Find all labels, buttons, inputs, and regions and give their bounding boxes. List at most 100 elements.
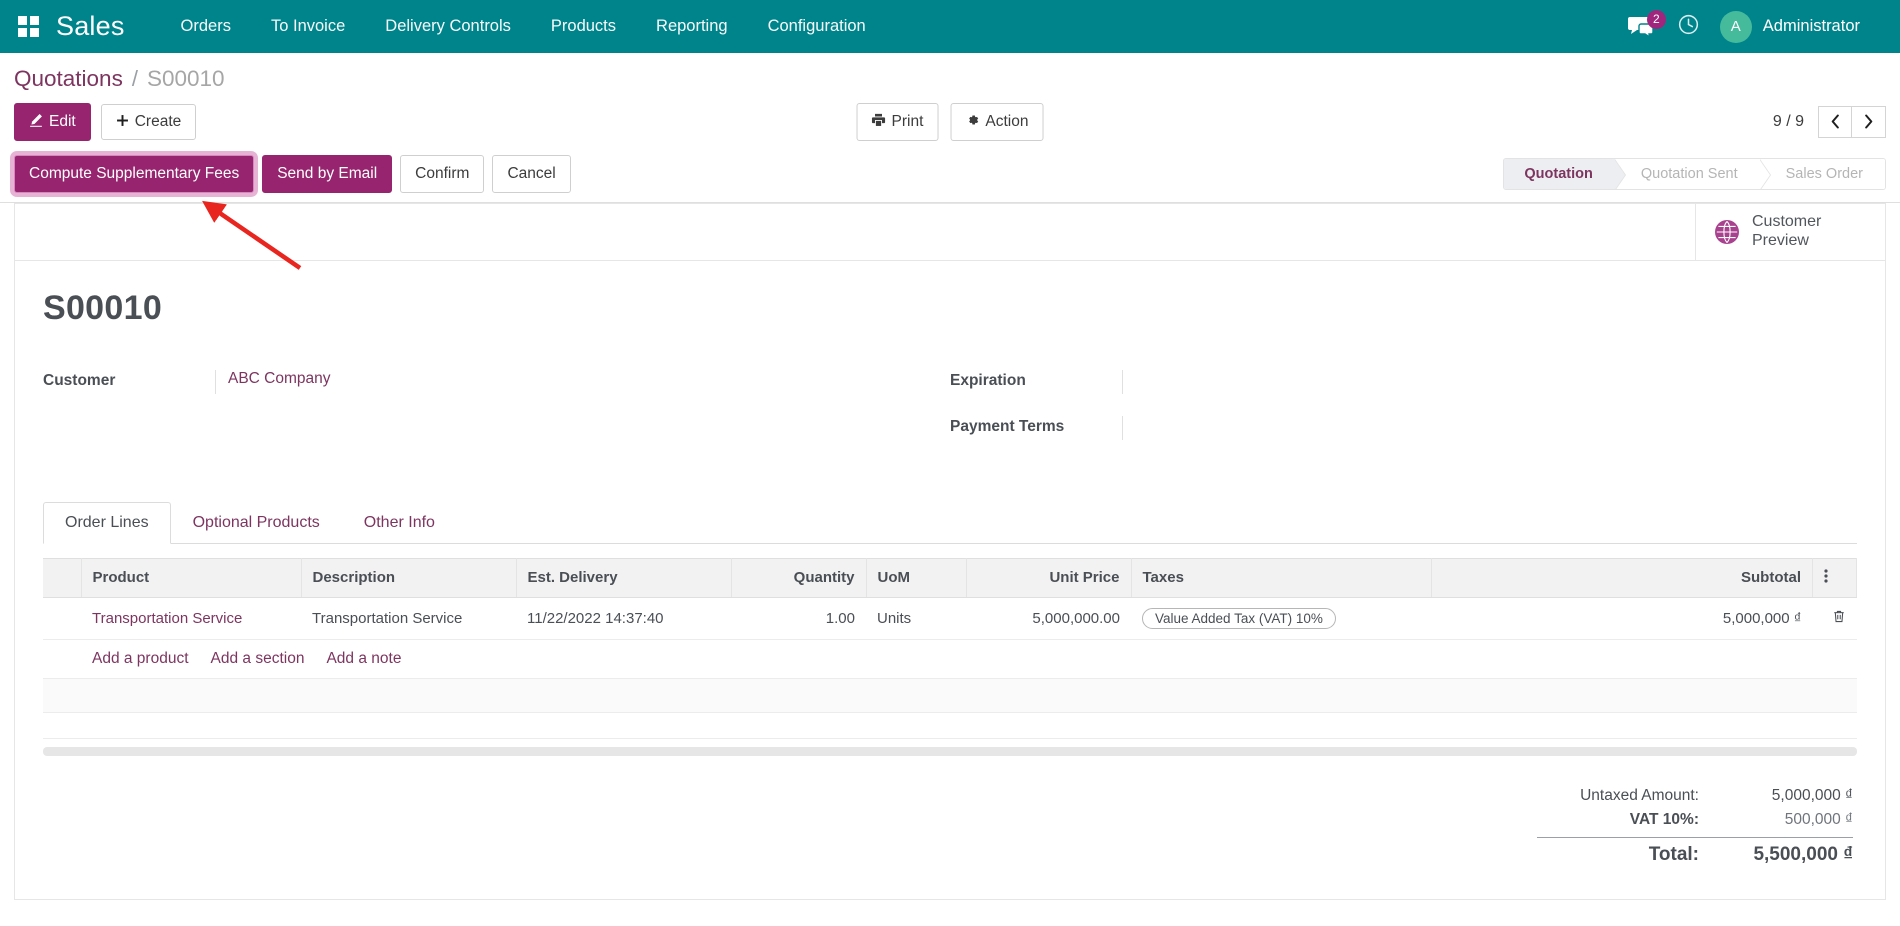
- totals-section: Untaxed Amount: 5,000,000 ₫ VAT 10%: 500…: [43, 756, 1857, 879]
- app-page: Sales Orders To Invoice Delivery Control…: [0, 0, 1900, 926]
- table-row[interactable]: Transportation Service Transportation Se…: [43, 597, 1857, 639]
- field-customer-value[interactable]: ABC Company: [215, 370, 890, 394]
- customer-preview-label: Customer Preview: [1752, 213, 1821, 250]
- messages-icon[interactable]: 2: [1627, 14, 1657, 40]
- column-est-delivery[interactable]: Est. Delivery: [516, 558, 731, 597]
- add-links: Add a product Add a section Add a note: [92, 650, 1846, 668]
- action-button[interactable]: Action: [950, 103, 1043, 141]
- tab-other-info[interactable]: Other Info: [342, 502, 457, 544]
- confirm-button[interactable]: Confirm: [400, 155, 484, 193]
- send-by-email-button[interactable]: Send by Email: [262, 155, 392, 193]
- table-header-row: Product Description Est. Delivery Quanti…: [43, 558, 1857, 597]
- horizontal-scrollbar[interactable]: [43, 747, 1857, 756]
- customer-preview-line1: Customer: [1752, 213, 1821, 230]
- cancel-button[interactable]: Cancel: [492, 155, 570, 193]
- status-bar: Quotation Quotation Sent Sales Order: [1503, 158, 1886, 190]
- column-taxes[interactable]: Taxes: [1131, 558, 1431, 597]
- total-vat-label: VAT 10%:: [1537, 811, 1717, 829]
- menu-item-reporting[interactable]: Reporting: [636, 0, 748, 53]
- row-drag-handle[interactable]: [43, 597, 81, 639]
- cell-delete: [1813, 597, 1857, 639]
- clock-icon[interactable]: [1677, 13, 1700, 41]
- avatar: A: [1720, 11, 1752, 43]
- order-lines-body: Transportation Service Transportation Se…: [43, 597, 1857, 738]
- column-product[interactable]: Product: [81, 558, 301, 597]
- app-brand-sales[interactable]: Sales: [56, 11, 125, 42]
- field-expiration-label: Expiration: [950, 370, 1122, 390]
- main-menu: Orders To Invoice Delivery Controls Prod…: [161, 0, 886, 53]
- empty-filler-row-2: [43, 712, 1857, 738]
- add-links-spacer: [43, 639, 81, 678]
- total-grand-label: Total:: [1537, 844, 1717, 866]
- customer-preview-button[interactable]: Customer Preview: [1695, 204, 1885, 260]
- print-button[interactable]: Print: [857, 103, 939, 141]
- total-grand-value: 5,500,000 ₫: [1717, 844, 1853, 866]
- trash-icon[interactable]: [1832, 609, 1846, 628]
- column-unit-price[interactable]: Unit Price: [966, 558, 1131, 597]
- breadcrumb-separator: /: [132, 66, 138, 92]
- user-name-label: Administrator: [1763, 17, 1860, 36]
- compute-supplementary-fees-button[interactable]: Compute Supplementary Fees: [14, 155, 254, 193]
- field-payment-terms-value[interactable]: [1122, 416, 1797, 440]
- add-links-cell: Add a product Add a section Add a note: [81, 639, 1857, 678]
- control-panel: Quotations / S00010 Edit Create: [0, 53, 1900, 203]
- column-subtotal[interactable]: Subtotal: [1431, 558, 1813, 597]
- cell-description[interactable]: Transportation Service: [301, 597, 516, 639]
- navbar-right: 2 A Administrator: [1627, 11, 1882, 43]
- cell-quantity[interactable]: 1.00: [731, 597, 866, 639]
- cell-taxes[interactable]: Value Added Tax (VAT) 10%: [1131, 597, 1431, 639]
- tab-optional-products[interactable]: Optional Products: [171, 502, 342, 544]
- vertical-dots-icon[interactable]: [1813, 558, 1857, 597]
- field-expiration-value[interactable]: [1122, 370, 1797, 394]
- plus-icon: [116, 114, 129, 131]
- cell-unit-price[interactable]: 5,000,000.00: [966, 597, 1131, 639]
- cell-subtotal: 5,000,000 ₫: [1431, 597, 1813, 639]
- total-untaxed-amount: Untaxed Amount: 5,000,000 ₫: [1537, 784, 1853, 808]
- apps-grid-icon[interactable]: [18, 16, 40, 38]
- stat-button-box: Customer Preview: [14, 203, 1886, 261]
- breadcrumb: Quotations / S00010: [14, 53, 1886, 97]
- printer-icon: [872, 113, 886, 131]
- empty-filler-row: [43, 678, 1857, 712]
- add-a-note-link[interactable]: Add a note: [326, 650, 401, 668]
- drag-handle-column: [43, 558, 81, 597]
- column-uom[interactable]: UoM: [866, 558, 966, 597]
- cell-product[interactable]: Transportation Service: [81, 597, 301, 639]
- center-buttons: Print Action: [857, 103, 1044, 141]
- print-button-label: Print: [892, 114, 924, 130]
- menu-item-to-invoice[interactable]: To Invoice: [251, 0, 365, 53]
- column-description[interactable]: Description: [301, 558, 516, 597]
- status-stage-sales-order[interactable]: Sales Order: [1760, 159, 1885, 189]
- total-vat: VAT 10%: 500,000 ₫: [1537, 808, 1853, 832]
- control-panel-buttons: Edit Create Print: [14, 97, 1886, 151]
- form-column-right: Expiration Payment Terms: [950, 370, 1857, 462]
- form-column-left: Customer ABC Company: [43, 370, 950, 462]
- breadcrumb-quotations[interactable]: Quotations: [14, 66, 123, 92]
- gear-icon: [965, 113, 979, 131]
- product-link[interactable]: Transportation Service: [92, 610, 242, 627]
- add-a-section-link[interactable]: Add a section: [211, 650, 305, 668]
- menu-item-products[interactable]: Products: [531, 0, 636, 53]
- edit-button-label: Edit: [49, 114, 76, 130]
- status-stage-quotation[interactable]: Quotation: [1504, 159, 1614, 189]
- record-title: S00010: [43, 289, 1857, 328]
- edit-button[interactable]: Edit: [14, 103, 91, 141]
- user-menu[interactable]: A Administrator: [1720, 11, 1860, 43]
- add-a-product-link[interactable]: Add a product: [92, 650, 189, 668]
- status-stage-quotation-sent[interactable]: Quotation Sent: [1615, 159, 1760, 189]
- menu-item-orders[interactable]: Orders: [161, 0, 251, 53]
- cell-uom[interactable]: Units: [866, 597, 966, 639]
- create-button[interactable]: Create: [101, 104, 197, 141]
- tab-order-lines[interactable]: Order Lines: [43, 502, 171, 544]
- pager: 9 / 9: [1773, 106, 1886, 138]
- chevron-left-icon[interactable]: [1818, 106, 1852, 138]
- field-customer: Customer ABC Company: [43, 370, 890, 394]
- column-quantity[interactable]: Quantity: [731, 558, 866, 597]
- field-payment-terms-label: Payment Terms: [950, 416, 1122, 436]
- menu-item-delivery-controls[interactable]: Delivery Controls: [365, 0, 531, 53]
- total-untaxed-amount-label: Untaxed Amount:: [1537, 787, 1717, 805]
- chevron-right-icon[interactable]: [1852, 106, 1886, 138]
- create-button-label: Create: [135, 114, 182, 130]
- cell-est-delivery[interactable]: 11/22/2022 14:37:40: [516, 597, 731, 639]
- menu-item-configuration[interactable]: Configuration: [748, 0, 886, 53]
